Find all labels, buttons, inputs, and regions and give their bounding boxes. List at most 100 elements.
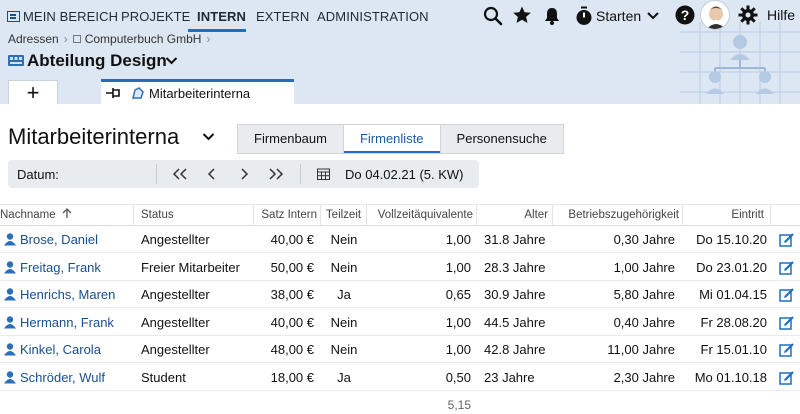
rate-cell: 18,00 € <box>270 370 314 385</box>
svg-text:?: ? <box>681 7 690 23</box>
avatar[interactable] <box>700 0 730 30</box>
edit-icon <box>779 261 794 275</box>
tenure-cell: 2,30 Jahre <box>613 370 675 385</box>
org-chart-decoration <box>680 22 800 104</box>
current-date[interactable]: Do 04.02.21 (5. KW) <box>345 167 464 182</box>
nav-item-extern[interactable]: EXTERN <box>256 9 309 24</box>
fte-cell: 1,00 <box>445 232 471 247</box>
part-time-cell: Nein <box>330 232 358 247</box>
last-period-button[interactable] <box>264 162 288 186</box>
table-row[interactable]: Brose, Daniel Angestellter 40,00 € Nein 1,00… <box>0 226 800 253</box>
breadcrumb-adressen[interactable]: Adressen <box>8 32 59 46</box>
department-title[interactable]: Abteilung Design <box>8 51 167 71</box>
gear-icon[interactable] <box>738 5 758 25</box>
edit-button[interactable] <box>779 287 795 308</box>
column-header-nachname[interactable]: Nachname <box>0 205 134 226</box>
nav-item-intern[interactable]: INTERN <box>197 9 246 24</box>
rate-cell: 48,00 € <box>270 342 314 357</box>
chevron-down-icon[interactable] <box>647 11 659 21</box>
previous-period-button[interactable] <box>200 162 224 186</box>
double-chevron-left-icon <box>172 168 187 180</box>
avatar-image <box>706 6 726 29</box>
status-cell: Student <box>141 370 186 385</box>
column-header-satz-intern[interactable]: Satz Intern <box>254 205 321 226</box>
table-row[interactable]: Freitag, Frank Freier Mitarbeiter 50,00 € N… <box>0 254 800 281</box>
tab-mitarbeiterinterna[interactable]: Mitarbeiterinterna <box>101 79 294 104</box>
search-icon[interactable] <box>483 6 503 26</box>
edit-button[interactable] <box>779 342 795 363</box>
edit-button[interactable] <box>779 232 795 253</box>
view-switch: Firmenbaum Firmenliste Personensuche <box>237 124 564 154</box>
column-header-label: Nachname <box>0 209 56 221</box>
employee-name-link[interactable]: Kinkel, Carola <box>0 336 134 363</box>
nav-item-projekte[interactable]: PROJEKTE <box>121 9 190 24</box>
status-cell: Angestellter <box>141 232 210 247</box>
column-header-vollzeitaequivalente[interactable]: Vollzeitäquivalente <box>367 205 477 226</box>
tenure-cell: 1,00 Jahre <box>613 260 675 275</box>
edit-button[interactable] <box>779 315 795 336</box>
part-time-cell: Ja <box>337 370 351 385</box>
employee-name-link[interactable]: Hermann, Frank <box>0 309 134 336</box>
timer-icon[interactable] <box>575 6 593 26</box>
page-icon <box>132 87 144 99</box>
employee-name-link[interactable]: Freitag, Frank <box>0 254 134 281</box>
first-period-button[interactable] <box>168 162 192 186</box>
age-cell: 42.8 Jahre <box>484 342 546 357</box>
employee-name-link[interactable]: Henrichs, Maren <box>0 281 134 308</box>
age-cell: 44.5 Jahre <box>484 315 546 330</box>
nav-item-mein-bereich[interactable]: MEIN BEREICH <box>7 9 118 24</box>
entry-date-cell: Fr 28.08.20 <box>700 315 768 330</box>
next-period-button[interactable] <box>232 162 256 186</box>
breadcrumb-company[interactable]: Computerbuch GmbH <box>85 32 202 46</box>
date-toolbar: Datum: Do 04.02.21 (5. KW) <box>8 160 479 188</box>
start-button[interactable]: Starten <box>596 8 641 24</box>
part-time-cell: Nein <box>330 260 358 275</box>
nav-item-label: MEIN BEREICH <box>23 9 119 24</box>
column-header-eintritt[interactable]: Eintritt <box>683 205 771 226</box>
department-chevron-down-icon[interactable] <box>165 56 178 66</box>
column-header-status[interactable]: Status <box>134 205 254 226</box>
toolbar-divider <box>156 164 157 184</box>
edit-button[interactable] <box>779 260 795 281</box>
rate-cell: 40,00 € <box>270 315 314 330</box>
part-time-cell: Ja <box>337 287 351 302</box>
start-label: Starten <box>596 8 642 24</box>
star-icon[interactable] <box>512 5 532 25</box>
logo-icon <box>7 11 20 22</box>
age-cell: 28.3 Jahre <box>484 260 546 275</box>
part-time-cell: Nein <box>330 315 358 330</box>
pin-icon[interactable] <box>105 86 123 100</box>
bell-icon[interactable] <box>543 6 561 26</box>
employee-name-link[interactable]: Brose, Daniel <box>0 226 134 253</box>
entry-date-cell: Mo 01.10.18 <box>694 370 767 385</box>
view-firmenliste-button[interactable]: Firmenliste <box>343 125 441 153</box>
employee-name-link[interactable]: Schröder, Wulf <box>0 364 134 391</box>
nav-item-administration[interactable]: ADMINISTRATION <box>317 9 429 24</box>
help-link[interactable]: Hilfe <box>767 7 795 23</box>
add-tab-button[interactable]: + <box>8 80 58 104</box>
status-cell: Angestellter <box>141 315 210 330</box>
date-label: Datum: <box>17 167 59 182</box>
column-header-betriebszugehoerigkeit[interactable]: Betriebszugehörigkeit <box>553 205 683 226</box>
help-icon[interactable]: ? <box>675 5 695 25</box>
tenure-cell: 5,80 Jahre <box>613 287 675 302</box>
calendar-icon[interactable] <box>317 168 330 180</box>
tenure-cell: 11,00 Jahre <box>607 342 675 357</box>
table-row[interactable]: Hermann, Frank Angestellter 40,00 € Nein 1,0… <box>0 309 800 336</box>
fte-cell: 1,00 <box>445 260 471 275</box>
title-chevron-down-icon[interactable] <box>202 132 215 142</box>
table-row[interactable]: Schröder, Wulf Student 18,00 € Ja 0,50 23 Jah… <box>0 364 800 391</box>
view-firmenbaum-button[interactable]: Firmenbaum <box>238 125 344 153</box>
tenure-cell: 0,30 Jahre <box>613 232 675 247</box>
edit-button[interactable] <box>779 370 795 391</box>
company-icon <box>72 35 81 43</box>
column-header-alter[interactable]: Alter <box>477 205 553 226</box>
rate-cell: 38,00 € <box>270 287 314 302</box>
toolbar-divider <box>300 164 301 184</box>
status-cell: Angestellter <box>141 287 210 302</box>
table-row[interactable]: Henrichs, Maren Angestellter 38,00 € Ja 0,65… <box>0 281 800 308</box>
table-row[interactable]: Kinkel, Carola Angestellter 48,00 € Nein 1,0… <box>0 336 800 363</box>
column-header-teilzeit[interactable]: Teilzeit <box>321 205 367 226</box>
view-personensuche-button[interactable]: Personensuche <box>441 125 563 153</box>
age-cell: 31.8 Jahre <box>484 232 546 247</box>
